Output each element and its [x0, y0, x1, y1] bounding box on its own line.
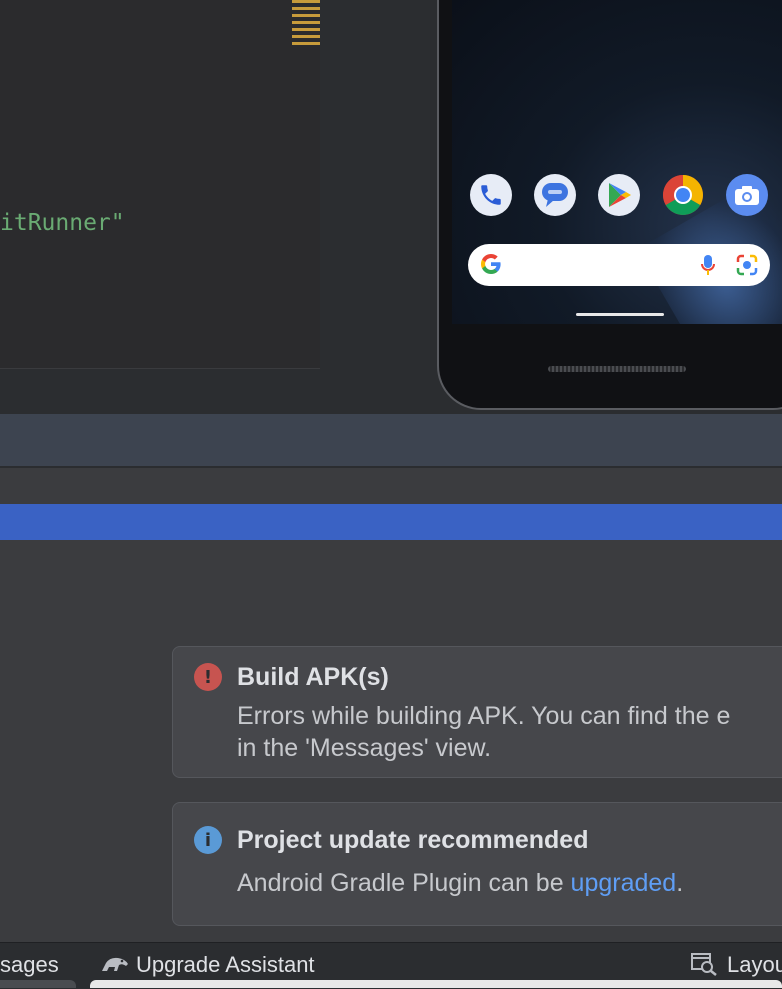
microphone-icon[interactable] — [700, 254, 716, 281]
messages-app-icon[interactable] — [534, 174, 576, 216]
chrome-icon[interactable] — [662, 174, 704, 216]
notification-title: Project update recommended — [237, 826, 589, 854]
camera-icon[interactable] — [726, 174, 768, 216]
phone-app-icon[interactable] — [470, 174, 512, 216]
body-text: Android Gradle Plugin can be — [237, 869, 571, 897]
code-line-string: itRunner" — [0, 210, 125, 236]
layout-inspector-icon — [690, 952, 718, 981]
body-suffix: . — [676, 869, 684, 897]
build-apk-notification[interactable]: ! Build APK(s) Errors while building APK… — [172, 646, 782, 778]
play-store-icon[interactable] — [598, 174, 640, 216]
tab-upgrade-assistant[interactable]: Upgrade Assistant — [136, 952, 315, 978]
device-speaker-grille — [548, 366, 686, 372]
google-lens-icon[interactable] — [736, 254, 758, 281]
panel-header-band — [0, 414, 782, 466]
tool-window-panel — [0, 468, 782, 504]
notification-body-line1: Errors while building APK. You can find … — [237, 702, 731, 730]
notification-body: Android Gradle Plugin can be upgraded. — [237, 867, 683, 899]
upgraded-link[interactable]: upgraded — [571, 869, 677, 897]
google-search-bar[interactable] — [468, 244, 770, 286]
error-icon: ! — [194, 663, 222, 691]
notification-body-line2: in the 'Messages' view. — [237, 734, 492, 762]
editor-status-area — [0, 368, 320, 415]
tab-layout-inspector[interactable]: Layou — [727, 952, 782, 978]
code-editor[interactable]: itRunner" — [0, 0, 320, 370]
project-update-notification[interactable]: i Project update recommended Android Gra… — [172, 802, 782, 926]
active-tab-indicator — [0, 980, 76, 988]
info-icon: i — [194, 826, 222, 854]
notification-title: Build APK(s) — [237, 663, 389, 691]
google-g-icon — [480, 253, 502, 280]
warning-stripes-marker[interactable] — [292, 0, 320, 50]
tab-messages[interactable]: sages — [0, 952, 59, 978]
upgrade-assistant-icon — [100, 953, 130, 980]
home-gesture-pill[interactable] — [576, 313, 664, 316]
horizontal-scrollbar[interactable] — [90, 980, 782, 988]
selected-row-highlight[interactable] — [0, 504, 782, 540]
